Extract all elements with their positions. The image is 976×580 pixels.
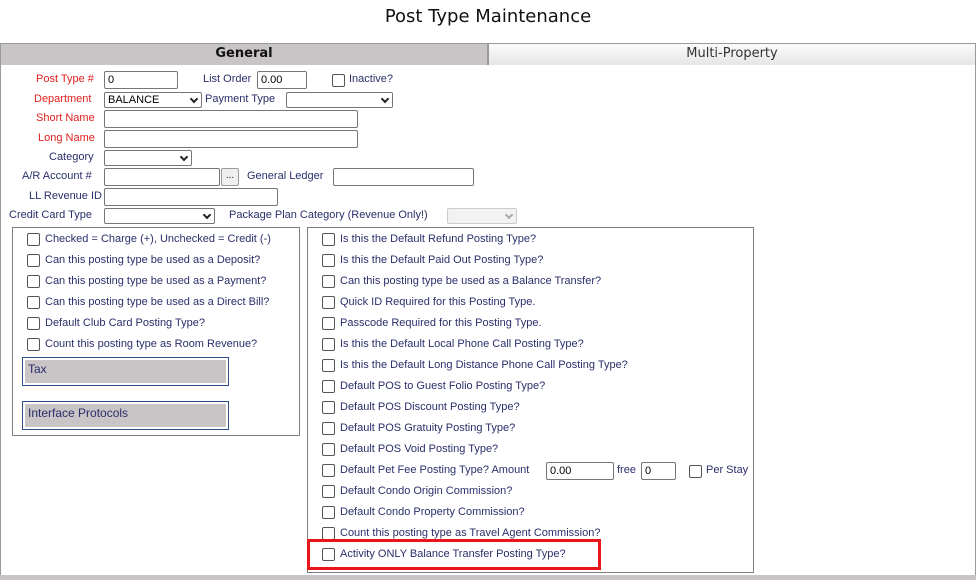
per-stay-checkbox[interactable] [689,465,702,478]
package-plan-select[interactable] [447,208,517,224]
right-option-label: Can this posting type be used as a Balan… [340,275,602,287]
payment-type-select[interactable] [286,92,393,108]
left-option-checkbox[interactable] [27,233,40,246]
department-value: BALANCE [108,94,160,106]
long-name-input[interactable] [104,130,358,148]
tab-multi-property[interactable]: Multi-Property [488,43,976,65]
department-label: Department [34,93,92,105]
category-select[interactable] [104,150,192,166]
credit-card-type-label: Credit Card Type [9,209,92,221]
right-option-label: Default Condo Property Commission? [340,506,525,518]
right-option-label: Is this the Default Local Phone Call Pos… [340,338,584,350]
left-option-label: Can this posting type be used as a Direc… [45,296,270,308]
highlight-box [307,539,601,570]
left-option-checkbox[interactable] [27,275,40,288]
right-option-label: Is this the Default Long Distance Phone … [340,359,628,371]
pet-fee-free-label: free [617,464,636,476]
right-option-label: Default POS Void Posting Type? [340,443,499,455]
right-option-label: Default POS Discount Posting Type? [340,401,520,413]
tab-bar: General Multi-Property [0,43,976,65]
page-title: Post Type Maintenance [384,6,592,27]
right-option-label: Default Pet Fee Posting Type? Amount [340,464,530,476]
inactive-checkbox[interactable] [332,74,345,87]
list-order-input[interactable] [257,71,307,89]
left-option-label: Can this posting type be used as a Payme… [45,275,267,287]
right-option-checkbox[interactable] [322,359,335,372]
right-option-label: Default POS to Guest Folio Posting Type? [340,380,546,392]
right-option-checkbox[interactable] [322,422,335,435]
right-option-label: Count this posting type as Travel Agent … [340,527,601,539]
long-name-label: Long Name [38,132,95,144]
right-option-checkbox[interactable] [322,464,335,477]
chevron-down-icon [380,94,390,104]
chevron-down-icon [189,94,199,104]
general-ledger-label: General Ledger [247,170,324,182]
ar-account-browse-button[interactable]: ... [221,168,239,186]
right-option-label: Default Condo Origin Commission? [340,485,513,497]
short-name-label: Short Name [36,112,95,124]
left-option-label: Default Club Card Posting Type? [45,317,205,329]
left-option-checkbox[interactable] [27,254,40,267]
chevron-down-icon [179,152,189,162]
department-select[interactable]: BALANCE [104,92,202,108]
left-option-checkbox[interactable] [27,338,40,351]
right-option-label: Passcode Required for this Posting Type. [340,317,542,329]
tax-section-button[interactable]: Tax [22,357,229,386]
right-option-checkbox[interactable] [322,275,335,288]
left-option-checkbox[interactable] [27,296,40,309]
tab-general[interactable]: General [0,43,488,65]
right-option-label: Is this the Default Refund Posting Type? [340,233,537,245]
ar-account-label: A/R Account # [22,170,92,182]
ll-revenue-input[interactable] [104,188,278,206]
chevron-down-icon [504,210,514,220]
right-option-checkbox[interactable] [322,254,335,267]
right-option-label: Quick ID Required for this Posting Type. [340,296,536,308]
list-order-label: List Order [203,73,252,85]
left-option-label: Can this posting type be used as a Depos… [45,254,261,266]
interface-protocols-button[interactable]: Interface Protocols [22,401,229,430]
pet-fee-amount-input[interactable] [546,462,614,480]
right-option-checkbox[interactable] [322,233,335,246]
pet-fee-free-input[interactable] [641,462,676,480]
payment-type-label: Payment Type [205,93,276,105]
general-ledger-input[interactable] [333,168,474,186]
left-option-checkbox[interactable] [27,317,40,330]
chevron-down-icon [202,210,212,220]
tax-section-label: Tax [25,360,226,383]
right-option-checkbox[interactable] [322,317,335,330]
package-plan-label: Package Plan Category (Revenue Only!) [229,209,428,221]
frame-bottom-bar [0,575,976,580]
post-type-input[interactable] [104,71,178,89]
right-option-checkbox[interactable] [322,296,335,309]
credit-card-type-select[interactable] [104,208,215,224]
right-option-checkbox[interactable] [322,443,335,456]
per-stay-label: Per Stay [706,464,749,476]
category-label: Category [49,151,94,163]
right-option-label: Is this the Default Paid Out Posting Typ… [340,254,544,266]
right-option-checkbox[interactable] [322,380,335,393]
right-option-checkbox[interactable] [322,401,335,414]
right-option-checkbox[interactable] [322,485,335,498]
right-option-checkbox[interactable] [322,506,335,519]
post-type-label: Post Type # [36,73,94,85]
right-option-label: Default POS Gratuity Posting Type? [340,422,516,434]
left-option-label: Checked = Charge (+), Unchecked = Credit… [45,233,271,245]
right-option-checkbox[interactable] [322,338,335,351]
ll-revenue-label: LL Revenue ID [29,190,102,202]
inactive-label: Inactive? [349,73,394,85]
short-name-input[interactable] [104,110,358,128]
left-option-label: Count this posting type as Room Revenue? [45,338,258,350]
interface-protocols-label: Interface Protocols [25,404,226,427]
ar-account-input[interactable] [104,168,220,186]
